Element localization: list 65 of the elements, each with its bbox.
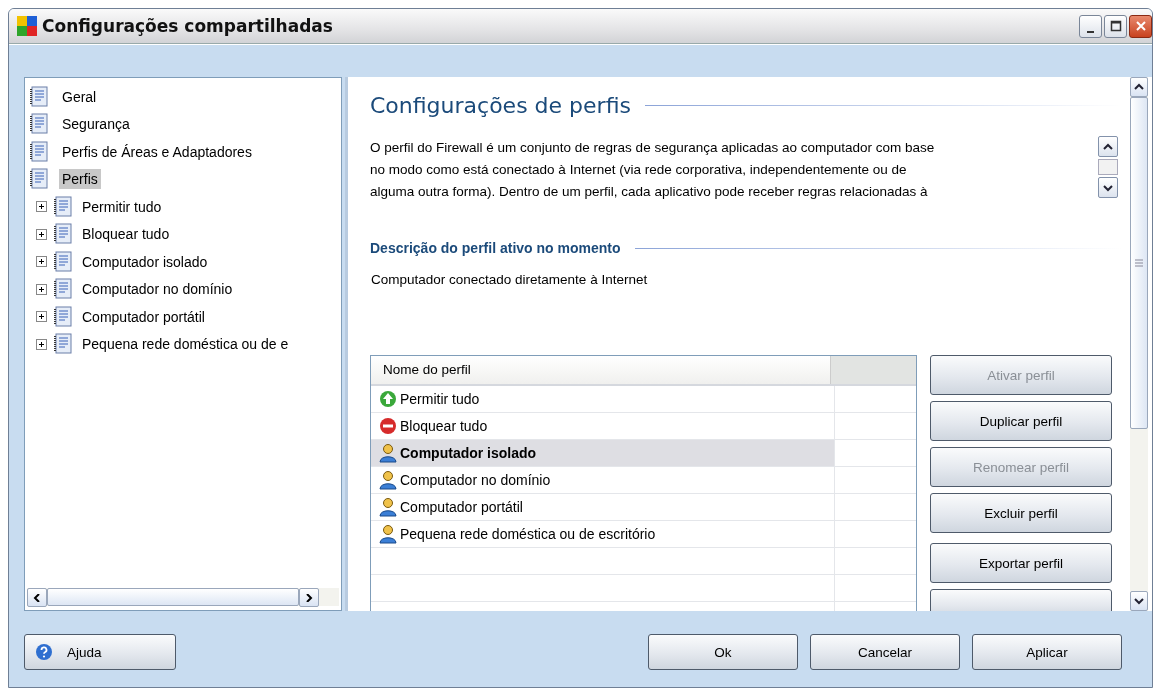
horizontal-scrollbar[interactable] [27,588,339,606]
maximize-icon [1109,20,1122,32]
user-icon [379,524,397,544]
user-icon [379,470,397,490]
tree-item[interactable]: Computador portátil [79,306,208,327]
expand-icon[interactable] [36,338,47,350]
no-entry-icon [379,417,397,435]
profile-button[interactable]: Duplicar perfil [930,401,1112,441]
profile-name: Computador portátil [400,499,523,515]
profile-button[interactable]: Exportar perfil [930,543,1112,583]
dialog-button[interactable]: Aplicar [972,634,1122,670]
table-row[interactable]: Computador portátil [371,494,916,521]
tree-item[interactable]: Permitir tudo [79,196,165,217]
section-title: Descrição do perfil ativo no momento [370,240,621,256]
dialog-button[interactable]: Cancelar [810,634,960,670]
profile-name: Permitir tudo [400,391,480,407]
dialog-button[interactable]: Ok [648,634,798,670]
profile-name: Bloquear tudo [400,418,488,434]
help-button[interactable]: Ajuda [24,634,176,670]
table-row[interactable]: Pequena rede doméstica ou de escritório [371,521,916,548]
tree-item[interactable]: Perfis de Áreas e Adaptadores [59,141,255,162]
tree-item[interactable]: Geral [59,86,100,107]
notebook-icon [53,250,73,273]
cut-off-button[interactable] [930,589,1112,611]
tree-item[interactable]: Perfis [59,169,101,190]
window-title: Configurações compartilhadas [42,16,333,36]
notebook-icon [53,305,73,328]
notebook-icon [29,140,49,163]
tree-item[interactable]: Pequena rede doméstica ou de e [79,334,292,355]
notebook-icon [53,333,73,356]
notebook-icon [53,278,73,301]
description-text: O perfil do Firewall é um conjunto de regras de segurança aplicadas ao computador com base no modo como está conectado à Internet (via rede corporativa, independentemente ou de alguma outra forma). Dentro de um perfil, cada aplicativo pode receber regras relacionadas à [370,139,936,201]
tree-item[interactable]: Bloquear tudo [79,224,173,245]
profile-button[interactable]: Excluir perfil [930,493,1112,533]
close-button[interactable] [1129,14,1152,38]
notebook-icon [53,223,73,246]
notebook-icon [29,85,49,108]
tree-item[interactable]: Computador no domínio [79,279,236,300]
app-logo-icon [16,15,38,37]
notebook-icon [29,113,49,136]
close-icon [1134,20,1147,32]
expand-icon[interactable] [36,283,47,295]
tree-item[interactable]: Segurança [59,114,133,135]
notebook-icon [29,168,49,191]
profile-name: Computador isolado [400,445,537,461]
expand-icon[interactable] [36,256,47,268]
help-icon [35,643,53,661]
expand-icon[interactable] [36,201,47,213]
tree-item[interactable]: Computador isolado [79,251,211,272]
notebook-icon [53,195,73,218]
profile-name: Pequena rede doméstica ou de escritório [400,526,656,542]
minimize-button[interactable] [1079,14,1102,38]
expand-icon[interactable] [36,311,47,323]
user-icon [379,443,397,463]
active-profile-text: Computador conectado diretamente à Internet [370,272,649,287]
vertical-scrollbar[interactable] [1130,77,1148,611]
minimize-icon [1087,30,1094,33]
profile-name: Computador no domínio [400,472,551,488]
expand-icon[interactable] [36,228,47,240]
table-row[interactable]: Permitir tudo [371,386,916,413]
user-icon [379,497,397,517]
section-title: Configurações de perfis [370,93,631,118]
maximize-button[interactable] [1104,14,1127,38]
table-row[interactable]: Computador no domínio [371,467,916,494]
grip-icon [1135,259,1143,267]
